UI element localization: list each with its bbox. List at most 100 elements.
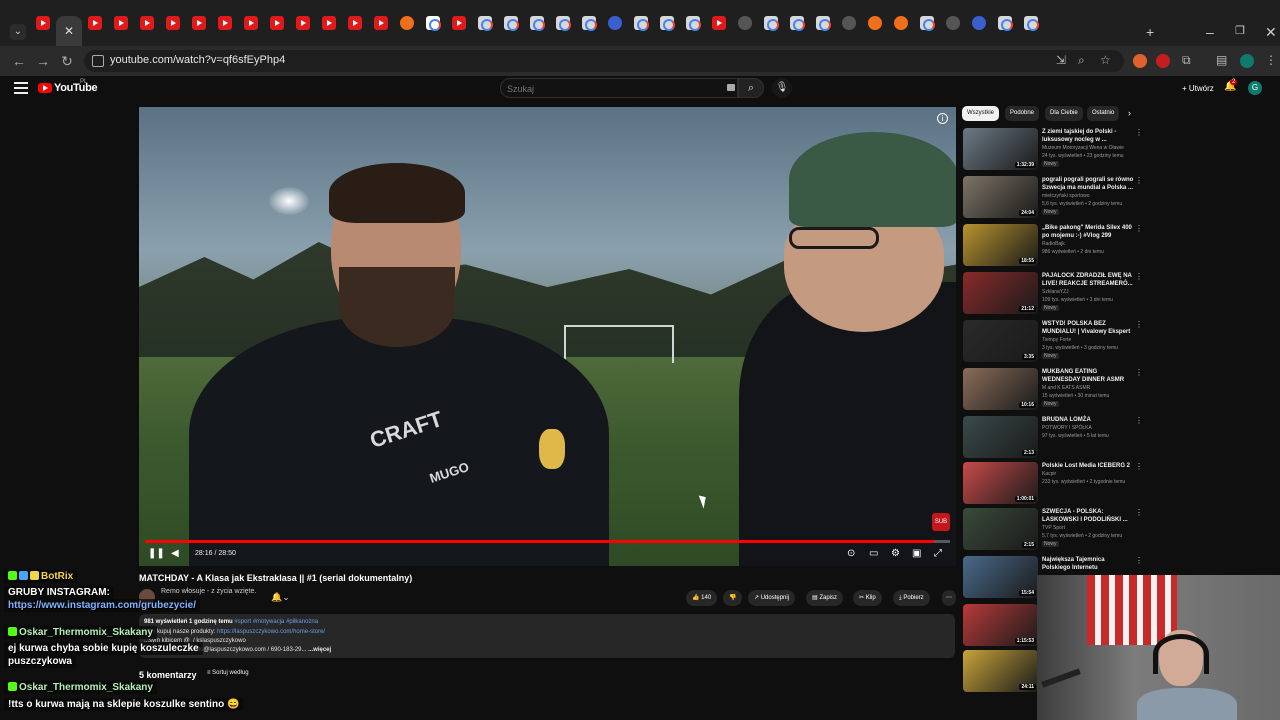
video-menu-icon[interactable]: ⋮ [1135,272,1143,281]
video-menu-icon[interactable]: ⋮ [1135,556,1143,565]
video-title[interactable]: MUKBANG EATING WEDNESDAY DINNER ASMR [1042,368,1134,384]
miniplayer-icon[interactable]: ▣ [912,548,921,559]
video-thumbnail[interactable]: 21:12 [963,272,1038,314]
extension-icon[interactable] [1133,54,1147,68]
browser-tab-favicon[interactable] [140,16,154,30]
reload-button[interactable]: ↻ [58,52,76,70]
install-icon[interactable]: ⇲ [1056,53,1066,67]
browser-tab-favicon[interactable] [374,16,388,30]
browser-tab-favicon[interactable] [868,16,882,30]
download-button[interactable]: ⤓ Pobierz [893,590,930,606]
video-thumbnail[interactable]: 1:00:01 [963,462,1038,504]
video-channel[interactable]: Kacpir [1042,471,1056,477]
browser-tab-favicon[interactable] [582,16,597,31]
browser-tab-favicon[interactable] [530,16,545,31]
dislike-button[interactable]: 👎 [723,590,743,606]
browser-tab-favicon[interactable] [686,16,701,31]
video-menu-icon[interactable]: ⋮ [1135,462,1143,471]
chat-link[interactable]: https://www.instagram.com/grubezycie/ [4,599,200,612]
youtube-logo-text[interactable]: YouTube [54,82,98,94]
video-menu-icon[interactable]: ⋮ [1135,416,1143,425]
video-thumbnail[interactable]: 15:54 [963,556,1038,598]
browser-tab-favicon[interactable] [764,16,779,31]
zoom-icon[interactable]: ⌕ [1078,53,1085,68]
browser-tab-favicon[interactable] [660,16,675,31]
video-thumbnail[interactable]: 2:15 [963,508,1038,550]
video-thumbnail[interactable]: 18:55 [963,224,1038,266]
browser-tab-favicon[interactable] [556,16,571,31]
back-button[interactable]: ← [10,52,28,70]
video-thumbnail[interactable]: 1:15:53 [963,604,1038,646]
video-thumbnail[interactable]: 1:32:39 [963,128,1038,170]
pause-icon[interactable]: ❚❚ [148,548,165,559]
site-info-icon[interactable] [92,55,104,67]
bookmark-star-icon[interactable]: ☆ [1100,53,1111,67]
browser-menu-icon[interactable]: ⋮ [1265,53,1277,67]
search-input[interactable] [507,81,717,96]
video-menu-icon[interactable]: ⋮ [1135,368,1143,377]
info-icon[interactable]: i [937,113,948,124]
video-title[interactable]: pograli pograli pograli se równo Szwecja… [1042,176,1134,192]
share-button[interactable]: ↗ Udostępnij [748,590,796,606]
video-player[interactable]: CRAFT MUGO i SUB ❚❚ ◀ 28:16 / 28:50 ⊙ ▭ … [139,107,956,566]
browser-tab-favicon[interactable] [88,16,102,30]
video-title[interactable]: PAJALOCK ZDRADZIŁ EWĘ NA LIVE! REAKCJE S… [1042,272,1134,288]
browser-tab-favicon[interactable] [426,16,441,31]
subtitles-icon[interactable]: ▭ [869,548,878,559]
extension-icon[interactable] [1156,54,1170,68]
video-title[interactable]: „Bike pakong" Merida Silex 400 po mojemu… [1042,224,1134,240]
chip-related[interactable]: Podobne [1005,106,1040,121]
new-tab-button[interactable]: + [1146,24,1154,40]
browser-tab-favicon[interactable] [790,16,805,31]
video-channel[interactable]: POTWORY I SPÓŁKA [1042,425,1092,431]
browser-tab-favicon[interactable] [218,16,232,30]
video-menu-icon[interactable]: ⋮ [1135,224,1143,233]
video-channel[interactable]: Muzeum Motoryzacji Wena w Oławie [1042,145,1124,151]
create-button[interactable]: + Utwórz [1176,80,1220,98]
chip-recent[interactable]: Ostatnio [1087,106,1120,121]
video-channel[interactable]: mietczyński sportowo [1042,193,1090,199]
video-title[interactable]: Największa Tajemnica Polskiego Internetu [1042,556,1134,572]
browser-tab-favicon[interactable] [192,16,206,30]
menu-icon[interactable] [14,82,28,94]
video-thumbnail[interactable]: 24:11 [963,650,1038,692]
video-channel[interactable]: Tiempy Forte [1042,337,1071,343]
browser-tab-favicon[interactable] [452,16,466,30]
video-channel[interactable]: RadioBajk [1042,241,1065,247]
restore-button[interactable]: ❐ [1235,24,1245,37]
chips-next-icon[interactable]: › [1128,108,1131,118]
video-channel[interactable]: SzklanaYZJ [1042,289,1069,295]
chip-all[interactable]: Wszystkie [962,106,999,121]
video-channel[interactable]: TVP Sport [1042,525,1065,531]
clip-button[interactable]: ✂ Klip [853,590,882,606]
description-box[interactable]: 981 wyświetleń 1 godzinę temu #sport #mo… [139,614,955,658]
browser-tab-favicon[interactable] [608,16,622,30]
subscription-bell-icon[interactable]: 🔔⌄ [271,592,290,603]
chip-for-you[interactable]: Dla Ciebie [1045,106,1083,121]
video-title[interactable]: Z ziemi tajskiej do Polski - luksusowy n… [1042,128,1134,144]
browser-tab-favicon[interactable] [322,16,336,30]
autoplay-toggle-icon[interactable]: ⊙ [847,548,855,559]
browser-tab-favicon[interactable] [712,16,726,30]
keyboard-icon[interactable] [727,84,735,91]
browser-tab-favicon[interactable] [400,16,414,30]
progress-bar[interactable] [145,540,950,543]
youtube-logo-icon[interactable] [38,83,52,93]
browser-tab-favicon[interactable] [478,16,493,31]
video-title[interactable]: SZWECJA - POLSKA: LASKOWSKI I PODOLIŃSKI… [1042,508,1134,524]
active-tab-close-icon[interactable]: ✕ [56,16,82,46]
voice-search-icon[interactable]: 🎙 [772,78,792,98]
browser-tab-favicon[interactable] [998,16,1013,31]
browser-tab-favicon[interactable] [36,16,50,30]
browser-tab-favicon[interactable] [972,16,986,30]
video-channel[interactable]: M and K EATS ASMR [1042,385,1090,391]
extensions-puzzle-icon[interactable]: ⧉ [1182,53,1191,68]
more-actions-icon[interactable]: ⋯ [942,590,956,606]
sidepanel-icon[interactable]: ▤ [1216,53,1227,67]
tab-search-button[interactable]: ⌄ [10,24,26,40]
show-more-link[interactable]: ...więcej [308,647,331,653]
browser-tab-favicon[interactable] [348,16,362,30]
browser-tab-favicon[interactable] [1024,16,1039,31]
search-button[interactable]: ⌕ [738,78,764,98]
video-menu-icon[interactable]: ⋮ [1135,508,1143,517]
